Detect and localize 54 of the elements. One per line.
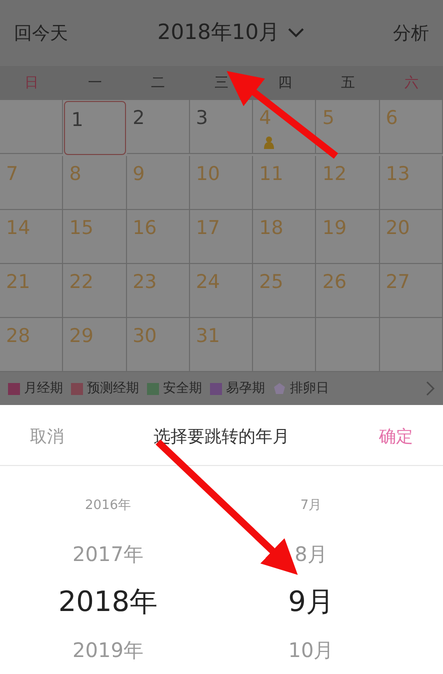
weekday-label: 日 <box>24 74 39 90</box>
date-cell[interactable]: 19 <box>316 210 380 264</box>
month-option[interactable]: 10月 <box>288 635 334 665</box>
legend-label: 排卵日 <box>290 380 329 398</box>
date-cell[interactable]: 12 <box>316 156 380 210</box>
confirm-button[interactable]: 确定 <box>379 424 413 450</box>
year-option[interactable]: 2019年 <box>72 635 144 665</box>
weekday-label: 五 <box>341 74 356 90</box>
date-cell[interactable]: 9 <box>126 156 190 210</box>
legend-label: 易孕期 <box>226 380 265 398</box>
date-cell[interactable]: 18 <box>253 210 316 264</box>
date-cell[interactable]: 7 <box>0 156 64 210</box>
year-option[interactable]: 2018年 <box>58 581 158 623</box>
weekday-label: 三 <box>214 74 228 90</box>
date-cell[interactable]: 21 <box>0 264 64 318</box>
date-cell[interactable]: 8 <box>63 156 127 210</box>
date-cell[interactable]: 5 <box>316 100 380 154</box>
date-cell[interactable]: 1 <box>64 101 126 155</box>
month-option[interactable]: 8月 <box>294 539 328 569</box>
date-cell[interactable]: 15 <box>63 210 127 264</box>
weekday-label: 六 <box>404 74 418 90</box>
legend-label: 预测经期 <box>87 380 139 398</box>
date-cell[interactable]: 23 <box>126 264 190 318</box>
date-cell[interactable]: 20 <box>380 210 443 264</box>
date-cell[interactable]: 2 <box>126 100 190 154</box>
legend-label: 月经期 <box>24 380 63 398</box>
date-cell[interactable]: 11 <box>253 156 316 210</box>
month-selector[interactable]: 2018年10月 <box>157 17 304 49</box>
date-cell[interactable]: 17 <box>190 210 254 264</box>
chevron-down-icon <box>288 28 304 38</box>
date-cell[interactable]: 26 <box>316 264 380 318</box>
year-option[interactable]: 2016年 <box>84 496 132 516</box>
date-cell[interactable]: 10 <box>190 156 254 210</box>
date-cell[interactable]: 27 <box>380 264 443 318</box>
date-cell[interactable]: 3 <box>190 100 254 154</box>
date-cell[interactable]: 22 <box>63 264 127 318</box>
date-cell[interactable]: 14 <box>0 210 64 264</box>
date-cell[interactable]: 16 <box>126 210 190 264</box>
date-cell[interactable]: 25 <box>253 264 316 318</box>
date-cell[interactable]: 6 <box>380 100 443 154</box>
cancel-button[interactable]: 取消 <box>30 424 64 450</box>
date-cell[interactable]: 24 <box>190 264 254 318</box>
date-cell[interactable]: 4 <box>253 100 316 154</box>
today-button[interactable]: 回今天 <box>14 20 68 46</box>
year-option[interactable]: 2017年 <box>72 539 144 569</box>
date-cell[interactable]: 13 <box>380 156 443 210</box>
month-option[interactable]: 7月 <box>300 496 322 516</box>
analysis-button[interactable]: 分析 <box>392 20 429 46</box>
legend-label: 安全期 <box>163 380 202 398</box>
month-option[interactable]: 9月 <box>288 581 334 623</box>
weekday-label: 一 <box>88 74 102 90</box>
weekday-label: 二 <box>151 74 166 90</box>
chevron-right-icon[interactable] <box>426 381 435 396</box>
weekday-label: 四 <box>278 74 292 90</box>
